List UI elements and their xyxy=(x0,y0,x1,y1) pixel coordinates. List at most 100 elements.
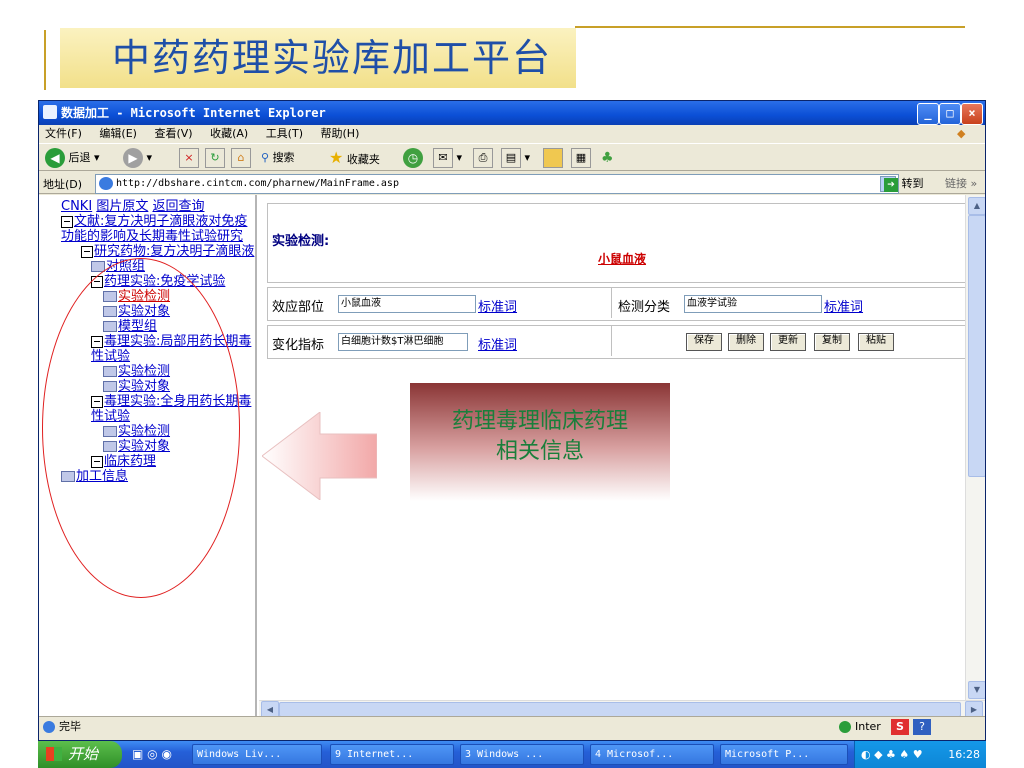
minimize-button[interactable]: _ xyxy=(917,103,939,125)
effect-site-input[interactable]: 小鼠血液 xyxy=(338,295,476,313)
change-indicator-standard-link[interactable]: 标准词 xyxy=(478,334,517,353)
menu-help[interactable]: 帮助(H) xyxy=(321,127,360,140)
system-tray: ◐ ◆ ♣ ♠ ♥ 16:28 xyxy=(854,741,986,768)
paste-button[interactable]: 粘贴 xyxy=(858,333,894,351)
title-decoration-bar xyxy=(44,30,46,90)
edit-button[interactable]: ▤ ▾ xyxy=(501,147,530,169)
history-icon: ◷ xyxy=(403,148,423,168)
window-titlebar[interactable]: 数据加工 - Microsoft Internet Explorer _ □ × xyxy=(39,101,985,125)
row-divider xyxy=(611,326,612,356)
search-button[interactable]: ⚲ 搜索 xyxy=(261,147,295,169)
refresh-icon: ↻ xyxy=(205,148,225,168)
taskbar-item-word[interactable]: 4 Microsof... xyxy=(590,744,714,765)
update-button[interactable]: 更新 xyxy=(770,333,806,351)
row-divider xyxy=(611,288,612,318)
printer-icon: ⎙ xyxy=(473,148,493,168)
collapse-icon[interactable] xyxy=(81,245,93,258)
annotation-callout: 药理毒理临床药理 相关信息 xyxy=(410,383,670,501)
taskbar-item-internet[interactable]: 9 Internet... xyxy=(330,744,454,765)
collapse-icon[interactable] xyxy=(61,215,73,228)
page-icon xyxy=(99,177,113,190)
menu-bar: 文件(F) 编辑(E) 查看(V) 收藏(A) 工具(T) 帮助(H) ◆ xyxy=(39,125,985,143)
cnki-link[interactable]: CNKI xyxy=(61,199,92,214)
tree-item-study-drug[interactable]: 研究药物:复方决明子滴眼液 xyxy=(94,244,254,259)
refresh-button[interactable]: ↻ xyxy=(205,147,225,169)
test-category-standard-link[interactable]: 标准词 xyxy=(824,296,863,315)
test-category-input[interactable]: 血液学试验 xyxy=(684,295,822,313)
stop-icon: × xyxy=(179,148,199,168)
taskbar: 开始 ▣ ◎ ◉ Windows Liv... 9 Internet... 3 … xyxy=(38,741,986,768)
quick-launch-icons[interactable]: ▣ ◎ ◉ xyxy=(132,747,172,761)
back-button[interactable]: ◀ 后退 ▾ xyxy=(45,147,100,169)
edit-icon: ▤ xyxy=(501,148,521,168)
copy-button[interactable]: 复制 xyxy=(814,333,850,351)
scroll-down-icon[interactable]: ▼ xyxy=(968,681,985,699)
horizontal-scrollbar[interactable]: ◀ ▶ xyxy=(259,700,985,719)
favorites-button[interactable]: ★ 收藏夹 xyxy=(329,147,380,169)
star-icon: ★ xyxy=(329,148,344,167)
toolbar: ◀ 后退 ▾ ▶ ▾ × ↻ ⌂ ⚲ 搜索 ★ 收藏夹 ◷ ✉ ▾ ⎙ ▤ ▾ … xyxy=(39,143,985,171)
title-decoration-line xyxy=(575,26,965,28)
go-arrow-icon: ➔ xyxy=(884,178,898,192)
tree-item-literature[interactable]: 文献:复方决明子滴眼液对免疫功能的影响及长期毒性试验研究 xyxy=(61,214,247,244)
history-button[interactable]: ◷ xyxy=(403,147,423,169)
delete-button[interactable]: 删除 xyxy=(728,333,764,351)
form-row-location: 效应部位 小鼠血液 标准词 检测分类 血液学试验 标准词 xyxy=(267,287,965,321)
menu-favorites[interactable]: 收藏(A) xyxy=(210,127,248,140)
taskbar-item-powerpoint[interactable]: Microsoft P... xyxy=(720,744,848,765)
tray-icons[interactable]: ◐ ◆ ♣ ♠ ♥ xyxy=(861,741,923,768)
save-button[interactable]: 保存 xyxy=(686,333,722,351)
security-zone: Inter xyxy=(855,720,881,733)
close-button[interactable]: × xyxy=(961,103,983,125)
horizontal-scroll-thumb[interactable] xyxy=(279,702,961,717)
messenger-button[interactable]: ♣ xyxy=(601,147,614,169)
folder-button[interactable] xyxy=(543,147,563,169)
maximize-button[interactable]: □ xyxy=(939,103,961,125)
menu-file[interactable]: 文件(F) xyxy=(45,127,82,140)
left-arrow-annotation xyxy=(262,412,377,500)
ie-icon xyxy=(43,105,57,119)
effect-site-standard-link[interactable]: 标准词 xyxy=(478,296,517,315)
folder-icon xyxy=(543,148,563,168)
menu-view[interactable]: 查看(V) xyxy=(154,127,192,140)
sogou-s-icon: S xyxy=(891,719,909,735)
scroll-up-icon[interactable]: ▲ xyxy=(968,197,985,215)
subject-link[interactable]: 小鼠血液 xyxy=(598,250,646,267)
back-to-search-link[interactable]: 返回查询 xyxy=(152,199,204,214)
section-title: 实验检测: xyxy=(272,234,330,249)
mail-button[interactable]: ✉ ▾ xyxy=(433,147,462,169)
scroll-thumb[interactable] xyxy=(968,215,985,477)
research-button[interactable]: ▦ xyxy=(571,147,591,169)
internet-zone-icon xyxy=(839,721,851,733)
section-header-box: 实验检测: 小鼠血液 xyxy=(267,203,965,283)
taskbar-item-windows-live[interactable]: Windows Liv... xyxy=(192,744,322,765)
print-button[interactable]: ⎙ xyxy=(473,147,493,169)
research-icon: ▦ xyxy=(571,148,591,168)
vertical-scrollbar[interactable]: ▲ ▼ xyxy=(965,195,985,700)
forward-button[interactable]: ▶ ▾ xyxy=(123,147,152,169)
change-indicator-input[interactable]: 白细胞计数$T淋巴细胞 xyxy=(338,333,468,351)
start-button[interactable]: 开始 xyxy=(38,741,122,768)
highlight-ellipse xyxy=(42,258,240,598)
windows-logo-icon xyxy=(46,747,62,761)
home-icon: ⌂ xyxy=(231,148,251,168)
home-button[interactable]: ⌂ xyxy=(231,147,251,169)
address-input[interactable]: http://dbshare.cintcm.com/pharnew/MainFr… xyxy=(95,174,899,194)
windows-flag-icon: ◆ xyxy=(957,127,966,140)
menu-tools[interactable]: 工具(T) xyxy=(266,127,303,140)
help-icon: ? xyxy=(913,719,931,735)
test-category-label: 检测分类 xyxy=(618,300,671,315)
annotation-line1: 药理毒理临床药理 xyxy=(451,409,628,434)
status-bar: 完毕 Inter S ? xyxy=(39,716,985,736)
stop-button[interactable]: × xyxy=(179,147,199,169)
links-button[interactable]: 链接 » xyxy=(945,175,977,191)
go-button[interactable]: ➔ 转到 xyxy=(884,175,924,192)
change-indicator-label: 变化指标 xyxy=(272,338,325,353)
menu-edit[interactable]: 编辑(E) xyxy=(99,127,137,140)
messenger-icon: ♣ xyxy=(601,150,614,166)
address-label: 地址(D) xyxy=(43,178,83,191)
original-image-link[interactable]: 图片原文 xyxy=(96,199,148,214)
taskbar-item-windows[interactable]: 3 Windows ... xyxy=(460,744,584,765)
effect-site-label: 效应部位 xyxy=(272,300,325,315)
page-done-icon xyxy=(43,721,55,733)
